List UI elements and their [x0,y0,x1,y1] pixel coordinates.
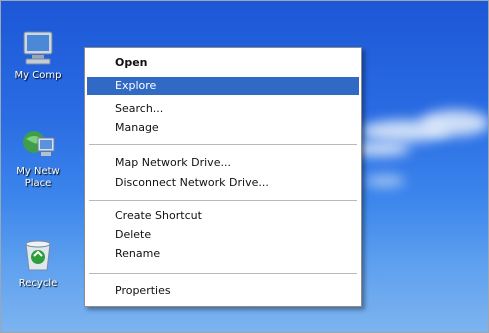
desktop-icon-recycle-bin[interactable]: Recycle [0,236,78,290]
menu-item-search[interactable]: Search... [87,100,359,118]
menu-item-delete[interactable]: Delete [87,226,359,244]
menu-separator [89,273,357,274]
desktop-icon-label-line2: Place [24,178,52,189]
desktop: My Comp My Netw Place Recycle Open Explo… [0,0,489,333]
desktop-icon-label: My Comp [14,70,62,81]
desktop-icon-label: My Netw [16,166,60,177]
menu-item-properties[interactable]: Properties [87,282,359,300]
menu-item-create-shortcut[interactable]: Create Shortcut [87,207,359,225]
menu-separator [89,200,357,201]
desktop-icon-my-computer[interactable]: My Comp [0,28,78,82]
menu-item-rename[interactable]: Rename [87,245,359,263]
menu-item-map-network-drive[interactable]: Map Network Drive... [87,154,359,172]
my-computer-icon [23,31,53,65]
desktop-icon-label: Recycle [18,278,58,289]
menu-item-open[interactable]: Open [87,54,359,72]
desktop-icon-network-places[interactable]: My Netw Place [0,126,78,190]
context-menu: Open Explore Search... Manage Map Networ… [84,47,362,307]
menu-item-manage[interactable]: Manage [87,119,359,137]
cloud [420,110,489,136]
network-places-icon [23,131,55,156]
menu-item-explore[interactable]: Explore [87,77,359,95]
menu-item-disconnect-network-drive[interactable]: Disconnect Network Drive... [87,174,359,192]
cloud [365,175,405,187]
recycle-bin-icon [25,240,51,271]
menu-separator [89,144,357,145]
